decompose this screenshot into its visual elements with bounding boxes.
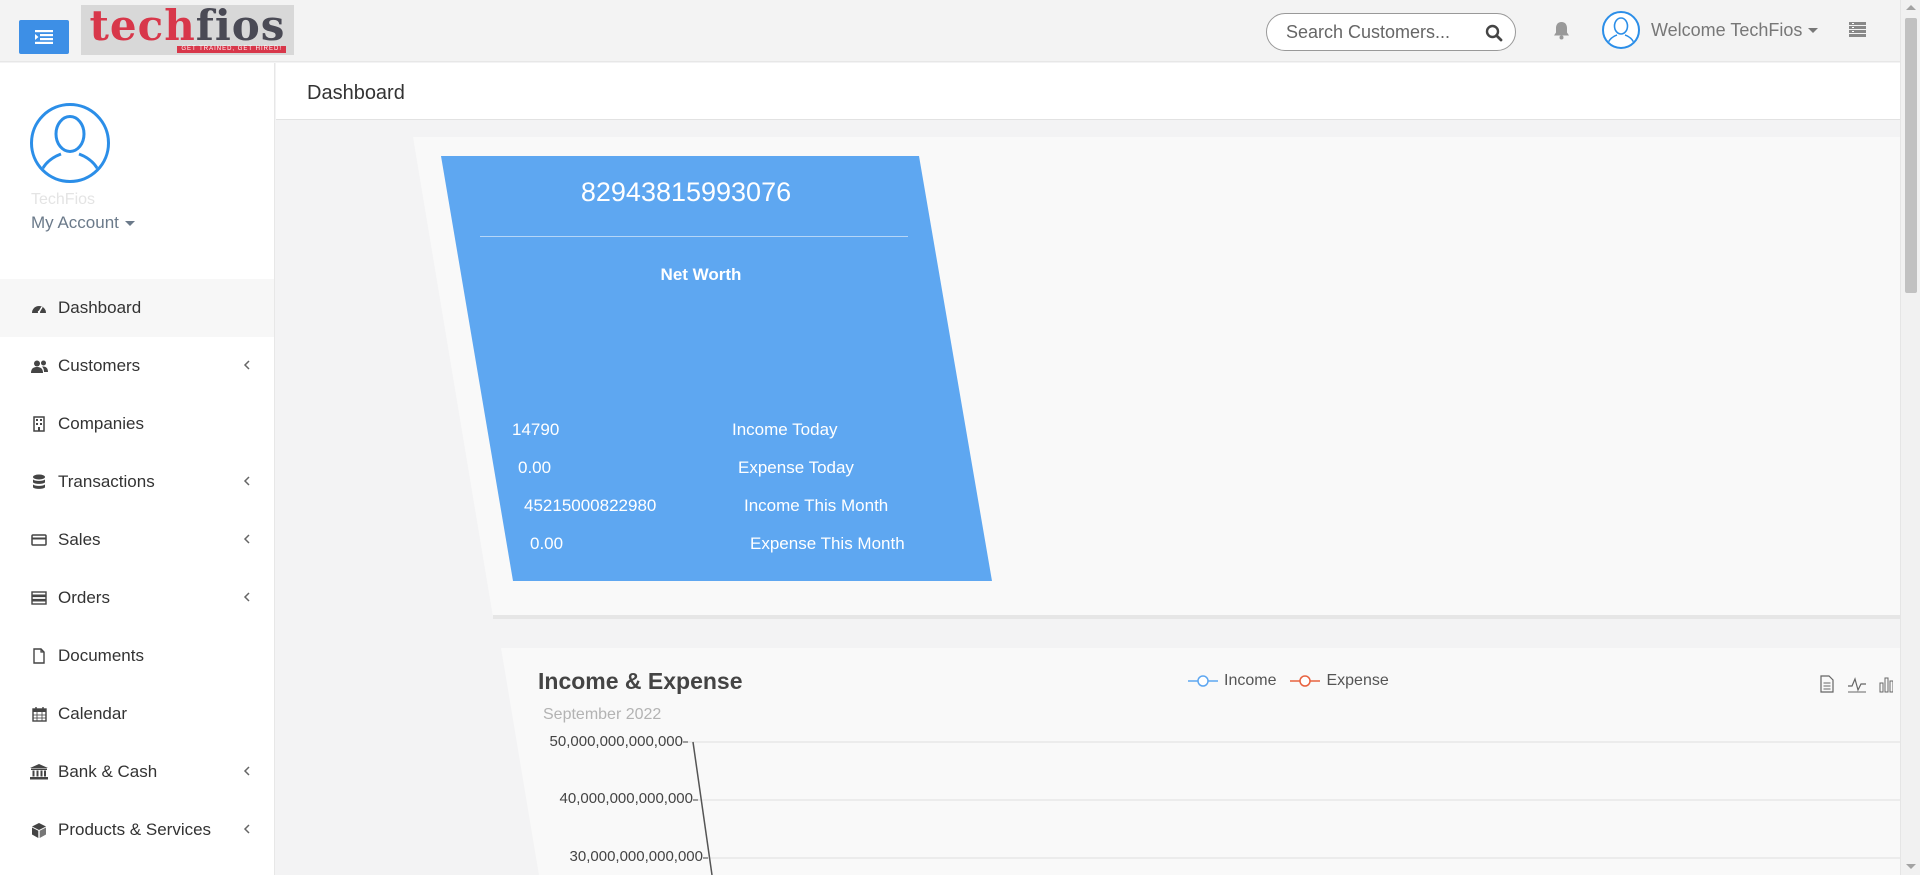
user-icon <box>37 115 103 180</box>
sidebar-nav: Dashboard Customers Companies Transactio… <box>0 279 274 859</box>
page-title: Dashboard <box>307 82 405 104</box>
bar-chart-icon[interactable] <box>1879 675 1893 693</box>
sidebar-item-transactions[interactable]: Transactions <box>0 453 274 511</box>
chevron-left-icon <box>243 476 250 486</box>
chevron-left-icon <box>243 824 250 834</box>
sidebar-item-label: Sales <box>58 530 101 549</box>
profile-name: TechFios <box>31 191 96 208</box>
server-icon <box>31 591 47 605</box>
expense-month-label: Expense This Month <box>750 534 905 553</box>
chevron-left-icon <box>243 534 250 544</box>
techfios-logo[interactable]: techfios GET TRAINED, GET HIRED! <box>81 5 294 55</box>
logo-tagline: GET TRAINED, GET HIRED! <box>177 46 286 53</box>
income-month-value: 45215000822980 <box>524 496 657 515</box>
bank-icon <box>30 764 48 780</box>
chevron-left-icon <box>243 766 250 776</box>
sidebar-item-label: Documents <box>58 646 144 665</box>
expense-today-value: 0.00 <box>518 458 552 477</box>
dashboard-icon <box>32 306 46 314</box>
sidebar-item-label: Customers <box>58 356 141 375</box>
net-worth-divider <box>480 236 908 237</box>
line-marker-icon <box>1188 675 1218 687</box>
net-worth-value: 82943815993076 <box>580 177 792 207</box>
chart-subtitle: September 2022 <box>543 706 662 723</box>
building-icon <box>33 416 45 432</box>
scroll-up-arrow-icon[interactable] <box>1906 5 1916 10</box>
legend-label: Income <box>1224 672 1277 689</box>
search-box <box>1266 13 1516 51</box>
caret-down-icon <box>1808 28 1819 33</box>
legend-income[interactable]: Income <box>1188 672 1276 690</box>
scrollbar-thumb[interactable] <box>1905 18 1917 293</box>
my-account-label: My Account <box>31 213 119 232</box>
right-sidebar-toggle-icon[interactable] <box>1849 22 1866 37</box>
data-view-icon[interactable] <box>1819 675 1835 693</box>
expense-month-value: 0.00 <box>530 534 564 553</box>
sidebar-item-label: Companies <box>58 414 144 433</box>
sidebar-item-label: Products & Services <box>58 820 212 839</box>
chart-toolbox <box>1819 675 1893 693</box>
y-tick-label: 40,000,000,000,000 <box>559 790 693 807</box>
search-input[interactable] <box>1286 21 1476 43</box>
sidebar-item-sales[interactable]: Sales <box>0 511 274 569</box>
expense-today-label: Expense Today <box>738 458 854 477</box>
my-account-dropdown[interactable]: My Account <box>31 213 135 233</box>
user-menu-dropdown[interactable]: Welcome TechFios <box>1651 20 1819 41</box>
cube-icon <box>32 822 46 838</box>
sidebar-item-calendar[interactable]: Calendar <box>0 685 274 743</box>
legend-expense[interactable]: Expense <box>1290 672 1389 690</box>
calendar-icon <box>31 706 47 722</box>
sidebar-toggle-button[interactable] <box>19 20 69 54</box>
y-tick-label: 50,000,000,000,000 <box>549 733 683 750</box>
profile-avatar[interactable] <box>30 103 110 183</box>
income-today-label: Income Today <box>732 420 838 439</box>
database-icon <box>33 474 45 489</box>
welcome-text: Welcome TechFios <box>1651 20 1803 40</box>
file-icon <box>33 648 45 664</box>
sidebar-item-documents[interactable]: Documents <box>0 627 274 685</box>
credit-card-icon <box>31 534 47 546</box>
sidebar-item-label: Transactions <box>58 472 155 491</box>
net-worth-card: 82943815993076 Net Worth 14790 Income To… <box>441 156 992 581</box>
sidebar-item-label: Dashboard <box>58 298 142 317</box>
legend-label: Expense <box>1326 672 1389 689</box>
sidebar-item-label: Calendar <box>58 704 127 723</box>
menu-icon <box>35 30 53 44</box>
sidebar-item-bank-cash[interactable]: Bank & Cash <box>0 743 274 801</box>
bell-icon[interactable] <box>1553 21 1570 40</box>
logo-text-main: tech <box>89 1 196 50</box>
stats-panel-divider <box>493 615 1900 619</box>
chevron-left-icon <box>243 592 250 602</box>
line-chart-icon[interactable] <box>1847 675 1867 693</box>
sidebar-item-products-services[interactable]: Products & Services <box>0 801 274 859</box>
sidebar-item-label: Bank & Cash <box>58 762 158 781</box>
user-avatar[interactable] <box>1602 11 1640 49</box>
sidebar-item-companies[interactable]: Companies <box>0 395 274 453</box>
sidebar: TechFios My Account Dashboard Customers … <box>0 63 275 875</box>
income-month-label: Income This Month <box>744 496 889 515</box>
page-scrollbar[interactable] <box>1900 0 1920 875</box>
scroll-down-arrow-icon[interactable] <box>1906 864 1916 869</box>
y-axis-line <box>692 741 713 875</box>
sidebar-item-dashboard[interactable]: Dashboard <box>0 279 274 337</box>
net-worth-label: Net Worth <box>660 265 742 284</box>
page-header: Dashboard <box>276 63 1900 120</box>
sidebar-item-orders[interactable]: Orders <box>0 569 274 627</box>
search-icon[interactable] <box>1485 24 1503 42</box>
top-navbar: techfios GET TRAINED, GET HIRED! Welcome… <box>0 0 1900 62</box>
chart-title: Income & Expense <box>538 668 743 694</box>
sidebar-item-customers[interactable]: Customers <box>0 337 274 395</box>
chevron-left-icon <box>243 360 250 370</box>
user-icon <box>1606 17 1636 47</box>
logo-text-accent: fios <box>195 1 286 50</box>
income-today-value: 14790 <box>512 420 560 439</box>
users-icon <box>30 360 48 373</box>
caret-down-icon <box>124 220 135 226</box>
chart-legend: Income Expense <box>1188 672 1389 690</box>
sidebar-item-label: Orders <box>58 588 110 607</box>
line-marker-icon <box>1290 675 1321 687</box>
chart-plot-area <box>683 741 1900 875</box>
